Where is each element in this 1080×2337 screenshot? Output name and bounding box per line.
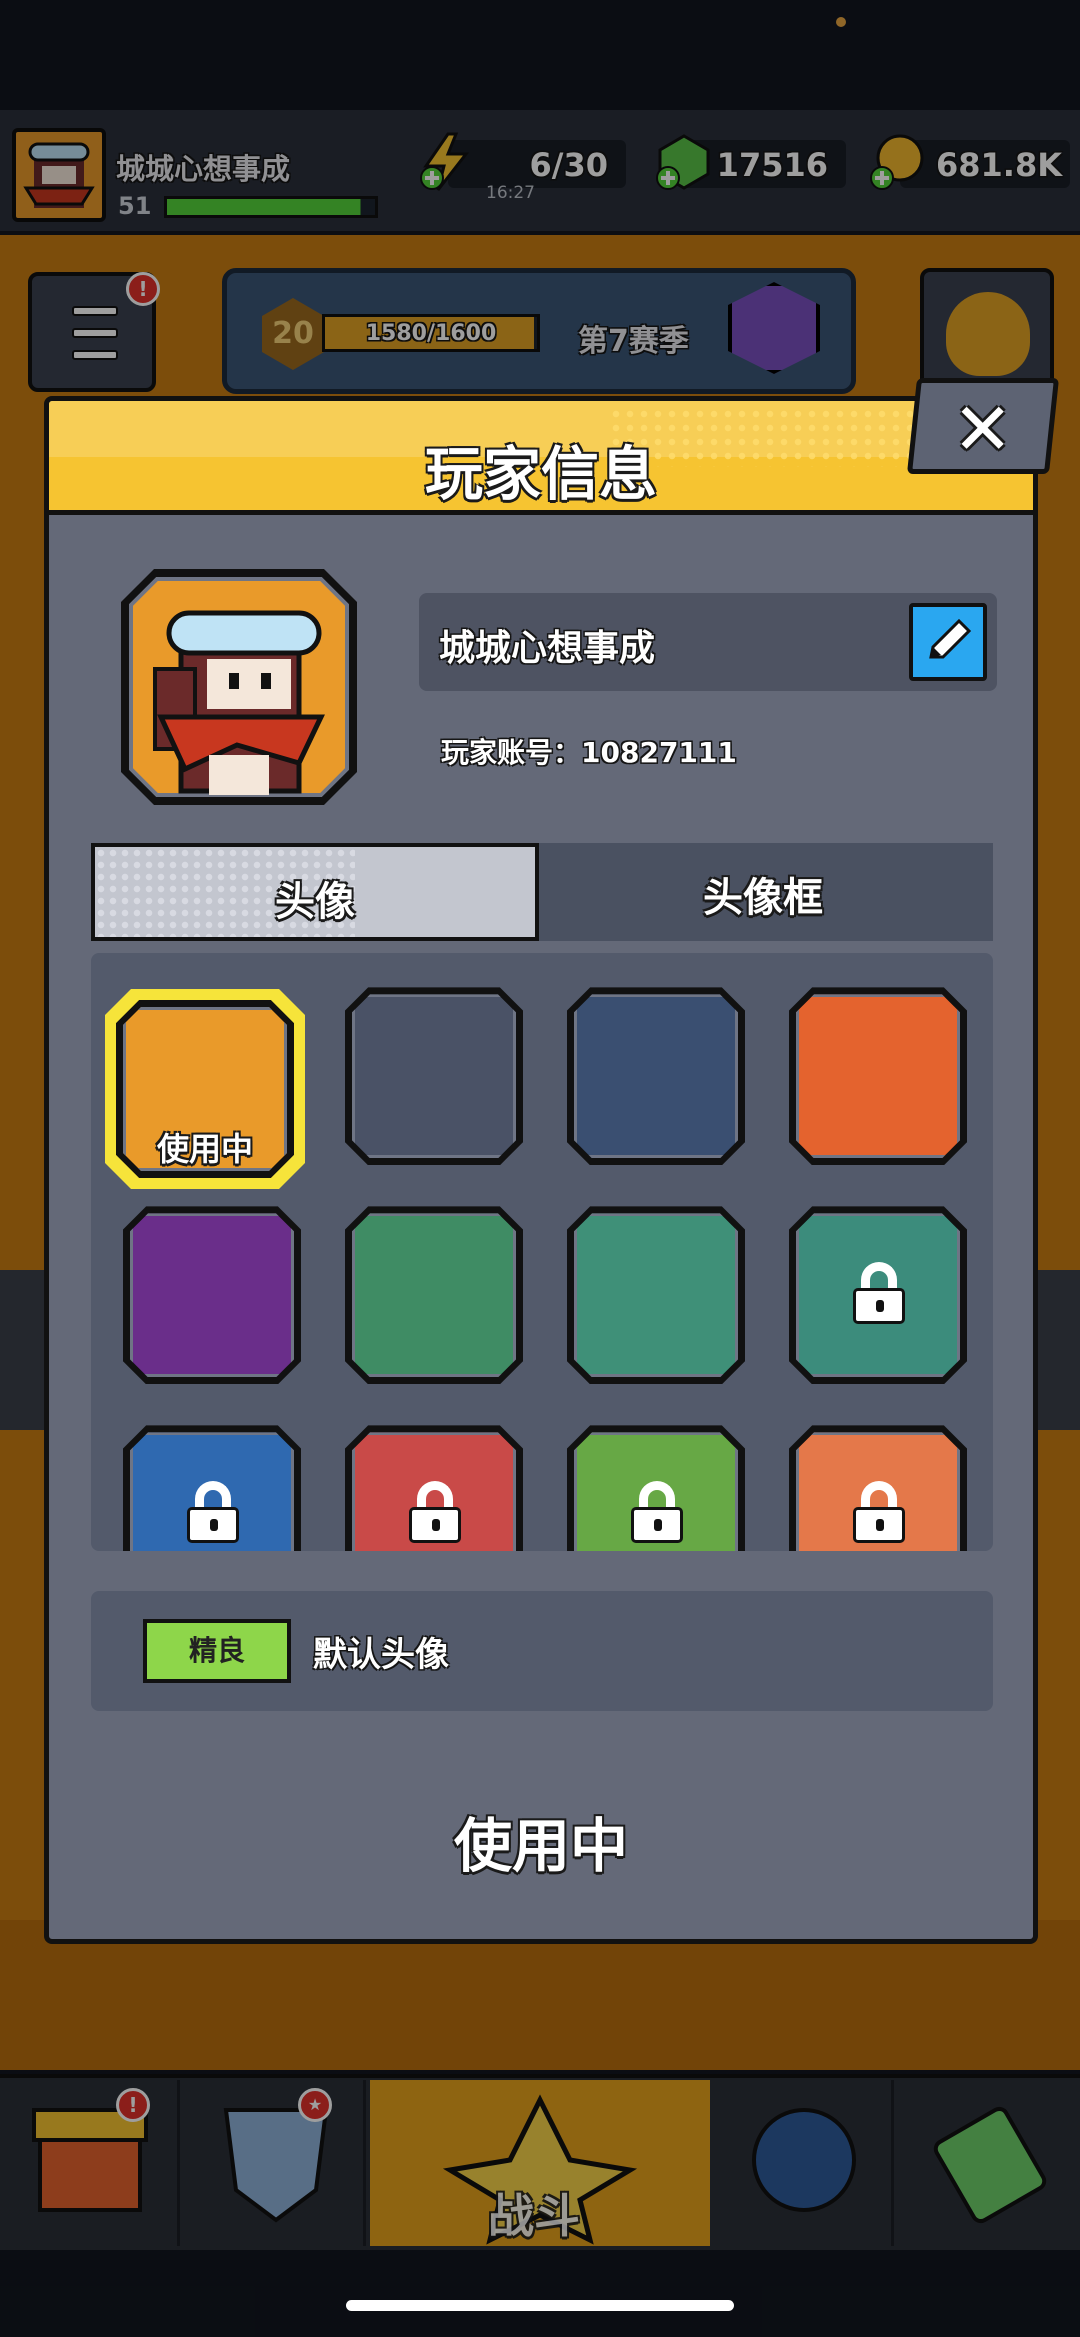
avatar-name: 默认头像 xyxy=(313,1635,449,1675)
boar-monster-avatar[interactable] xyxy=(567,987,745,1166)
tab-avatar-frame[interactable]: 头像框 xyxy=(539,843,993,941)
avatar-artwork xyxy=(574,994,738,1159)
avatar-artwork xyxy=(574,1213,738,1378)
flower-frog-avatar[interactable] xyxy=(567,1206,745,1385)
modal-header: 玩家信息 xyxy=(49,401,1033,515)
pirate-ship-avatar[interactable] xyxy=(789,1206,967,1385)
tab-avatar-frame-label: 头像框 xyxy=(703,875,823,921)
home-indicator xyxy=(346,2300,734,2311)
pirate-captain-avatar[interactable] xyxy=(123,1425,301,1551)
pencil-icon xyxy=(929,618,972,659)
avatar-tabs: 头像 头像框 xyxy=(91,843,993,941)
lock-icon xyxy=(409,1481,461,1544)
in-use-status: 使用中 xyxy=(453,1812,628,1880)
rarity-badge: 精良 xyxy=(143,1619,291,1683)
zombie-soldier-avatar[interactable] xyxy=(789,987,967,1166)
player-name-box: 城城心想事成 xyxy=(419,593,997,691)
avatar-artwork xyxy=(130,1213,294,1378)
cat-avatar[interactable] xyxy=(567,1425,745,1551)
account-info: 玩家账号：10827111 xyxy=(441,731,737,771)
avatar-grid: 使用中 xyxy=(91,953,993,1551)
masked-bandit-avatar[interactable]: 使用中 xyxy=(116,1000,294,1178)
lock-icon xyxy=(853,1481,905,1544)
avatar-artwork xyxy=(796,994,960,1159)
avatar-artwork xyxy=(352,1213,516,1378)
modal-title: 玩家信息 xyxy=(424,440,657,508)
account-label: 玩家账号： xyxy=(441,736,582,769)
close-icon: ✕ xyxy=(952,387,1013,471)
lock-icon xyxy=(853,1262,905,1325)
close-button[interactable]: ✕ xyxy=(906,378,1060,474)
avatar-artwork xyxy=(352,994,516,1159)
purple-crab-avatar[interactable] xyxy=(123,1206,301,1385)
red-hood-avatar[interactable] xyxy=(345,1425,523,1551)
edit-name-button[interactable] xyxy=(909,603,987,681)
bandana-avatar[interactable] xyxy=(789,1425,967,1551)
tab-avatar[interactable]: 头像 xyxy=(91,843,539,941)
profile-name: 城城心想事成 xyxy=(439,628,656,669)
tentacle-monster-avatar[interactable] xyxy=(345,1206,523,1385)
zombie-agent-avatar[interactable] xyxy=(345,987,523,1166)
current-avatar xyxy=(121,569,357,805)
account-id: 10827111 xyxy=(581,736,737,769)
lock-icon xyxy=(631,1481,683,1544)
avatar-info-bar: 精良 默认头像 xyxy=(91,1591,993,1711)
avatar-in-use-label: 使用中 xyxy=(156,1130,253,1168)
tab-avatar-label: 头像 xyxy=(275,879,355,925)
player-info-modal: 玩家信息 城城心想事成 玩家账号：10827111 头像 头像框 使用中 精良 … xyxy=(44,396,1038,1944)
lock-icon xyxy=(187,1481,239,1544)
